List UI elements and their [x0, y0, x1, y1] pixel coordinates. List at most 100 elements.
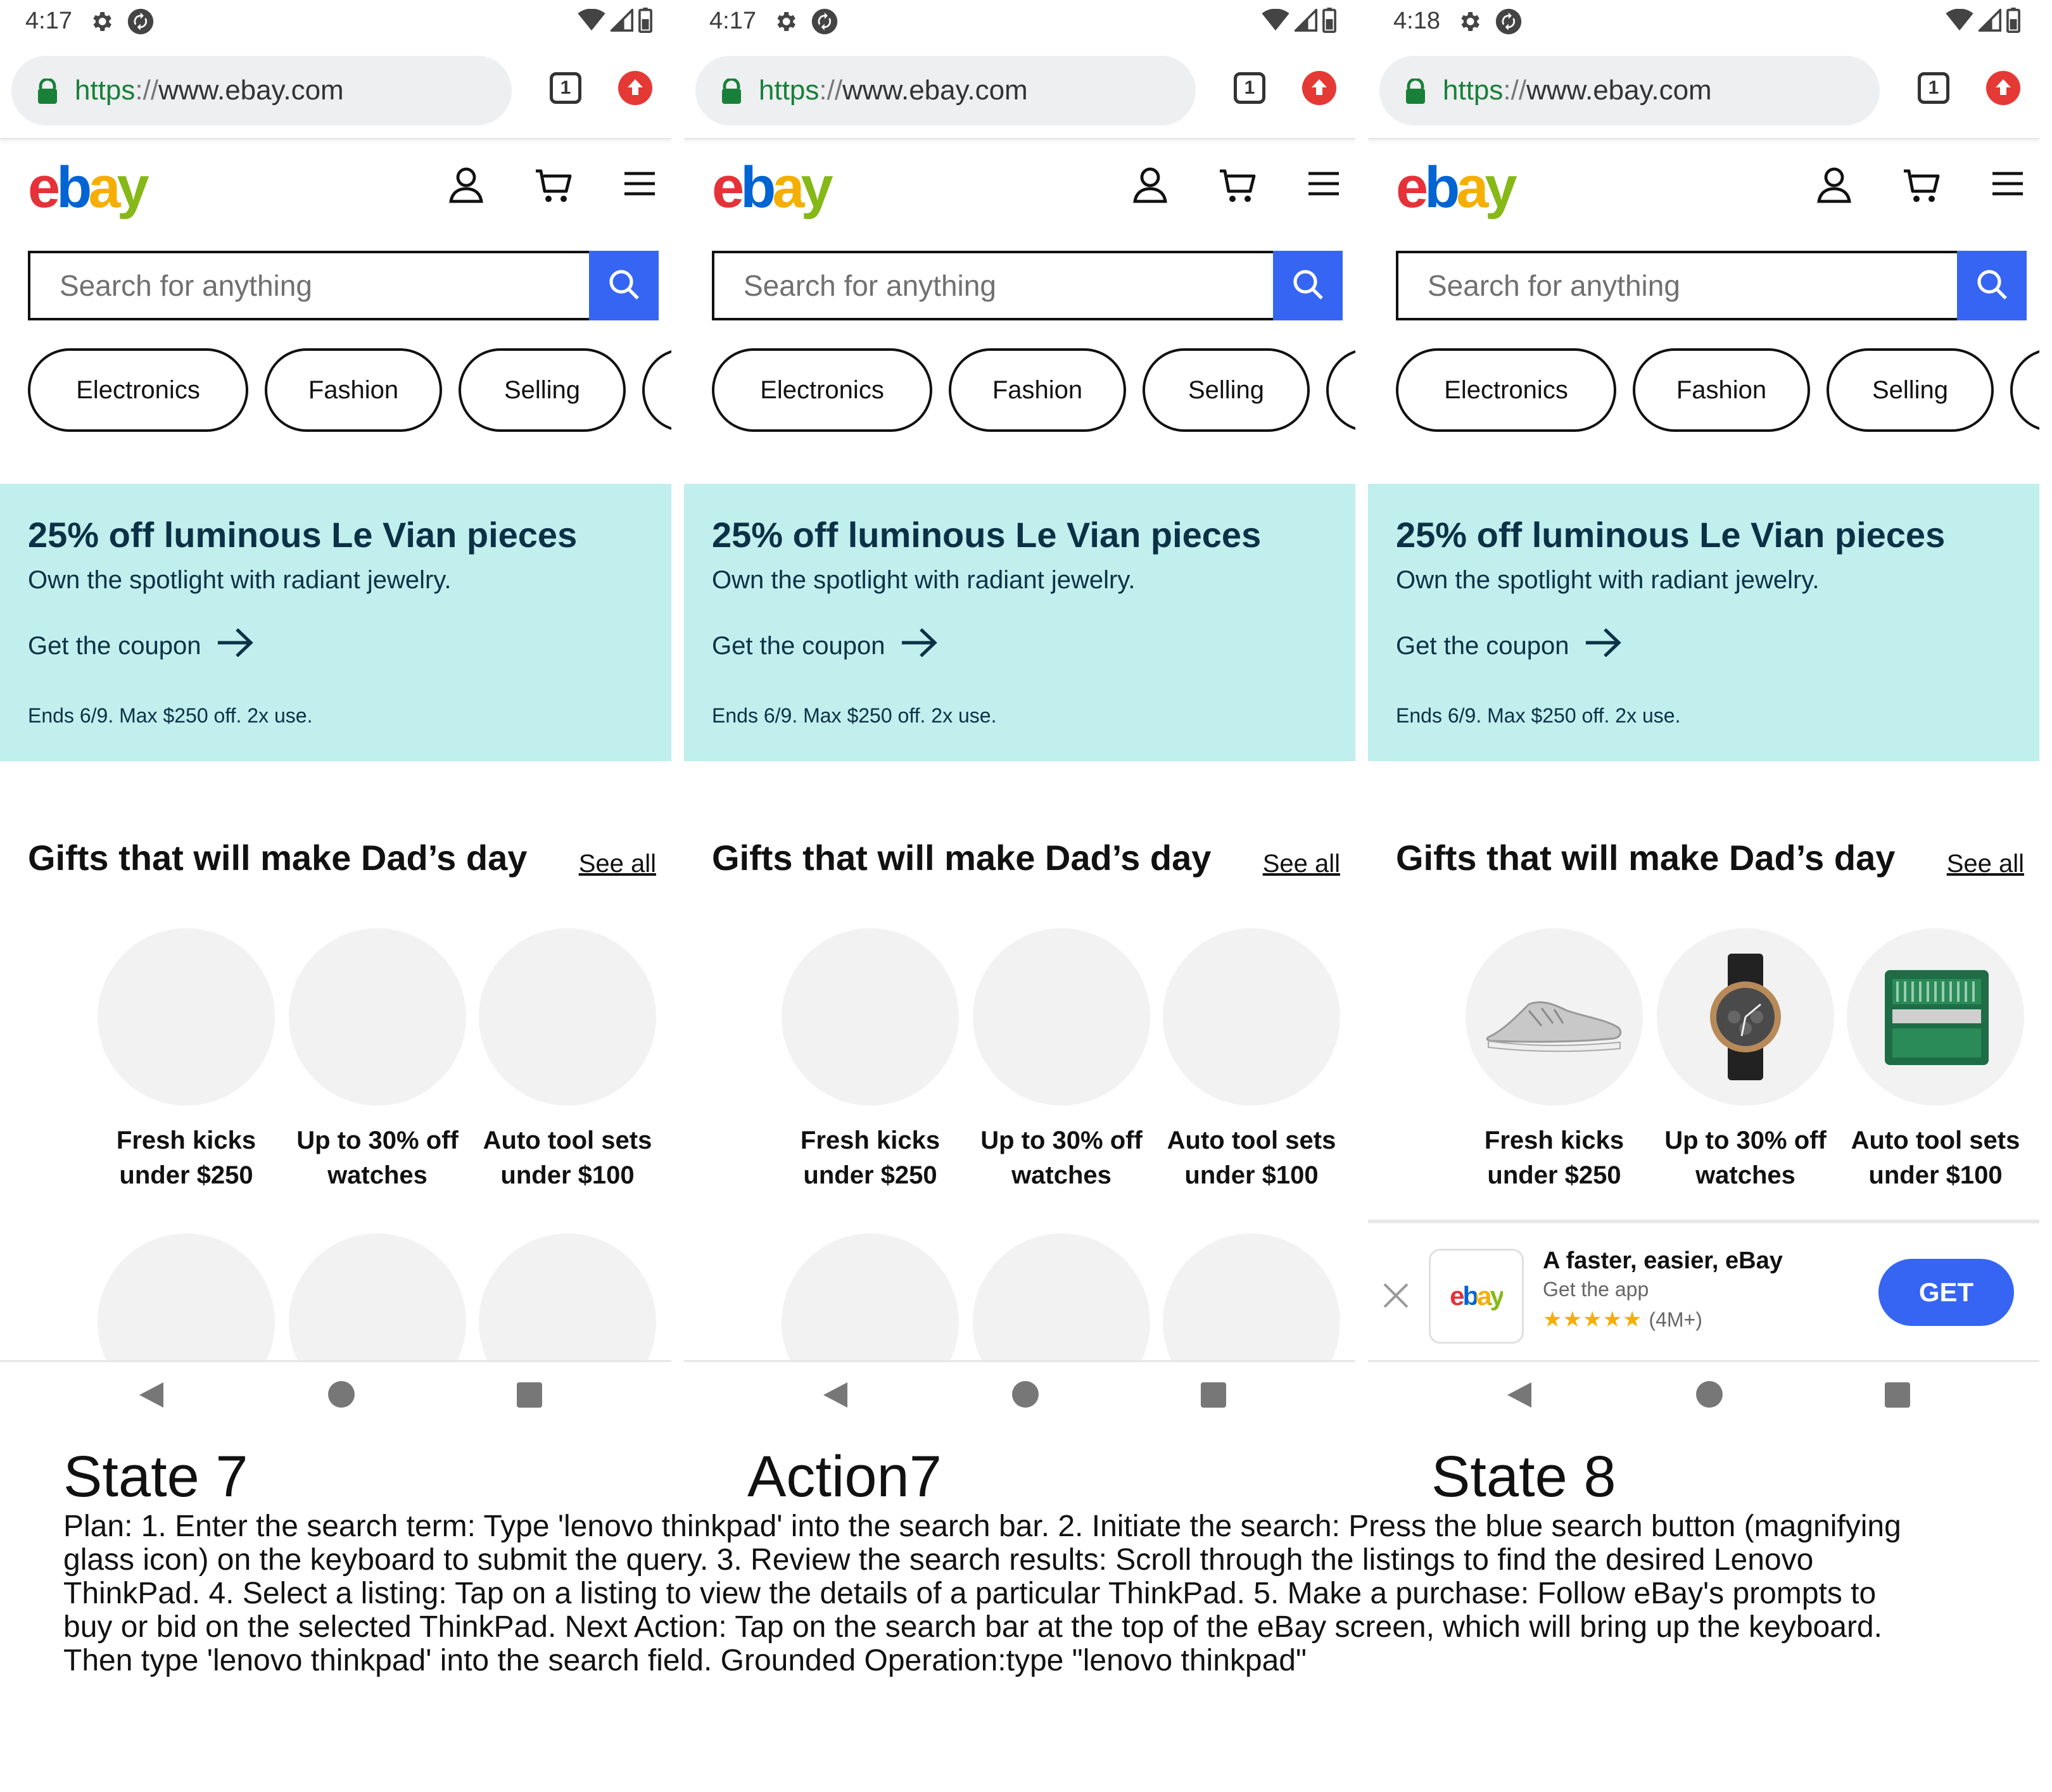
pill-more[interactable] — [2010, 348, 2039, 432]
promo-banner[interactable]: 25% off luminous Le Vian pieces Own the … — [1368, 484, 2039, 761]
promo-banner[interactable]: 25% off luminous Le Vian pieces Own the … — [684, 484, 1355, 761]
search-button[interactable] — [1957, 251, 2027, 320]
wifi-icon — [1946, 8, 1973, 35]
gift-tile-image[interactable] — [479, 928, 656, 1106]
phone-screen-state-7: 4:17 https://www.ebay.com 1 ebay Search … — [0, 0, 671, 1425]
pill-selling[interactable]: Selling — [1143, 348, 1310, 432]
pill-fashion[interactable]: Fashion — [265, 348, 442, 432]
section-title: Gifts that will make Dad’s day — [1396, 838, 1896, 878]
search-button[interactable] — [589, 251, 659, 320]
search-icon — [1291, 268, 1324, 304]
cart-icon[interactable] — [533, 166, 574, 210]
back-icon[interactable] — [822, 1381, 849, 1412]
user-icon[interactable] — [447, 166, 485, 207]
pill-fashion[interactable]: Fashion — [1633, 348, 1810, 432]
search-icon — [607, 268, 640, 304]
gift-caption[interactable]: Up to 30% off watches — [1650, 1123, 1840, 1193]
get-coupon-link[interactable]: Get the coupon — [1396, 627, 1623, 665]
gift-caption[interactable]: Fresh kicks under $250 — [91, 1123, 281, 1193]
gift-caption[interactable]: Auto tool sets under $100 — [472, 1123, 662, 1193]
recents-icon[interactable] — [1885, 1382, 1910, 1408]
pill-selling[interactable]: Selling — [1827, 348, 1994, 432]
pill-more[interactable] — [642, 348, 671, 432]
pill-more[interactable] — [1326, 348, 1355, 432]
pill-electronics[interactable]: Electronics — [28, 348, 248, 432]
promo-title: 25% off luminous Le Vian pieces — [28, 515, 578, 555]
gift-tile-image[interactable] — [1163, 928, 1340, 1106]
ebay-logo[interactable]: ebay — [28, 158, 149, 217]
user-icon[interactable] — [1131, 166, 1169, 207]
ebay-logo[interactable]: ebay — [1396, 158, 1517, 217]
menu-icon[interactable] — [622, 166, 657, 205]
cart-icon[interactable] — [1217, 166, 1258, 210]
gift-caption[interactable]: Auto tool sets under $100 — [1840, 1123, 2030, 1193]
user-icon[interactable] — [1815, 166, 1853, 207]
tab-switcher-icon[interactable]: 1 — [1918, 72, 1949, 104]
recents-icon[interactable] — [1201, 1382, 1226, 1408]
tab-switcher-icon[interactable]: 1 — [550, 72, 581, 104]
android-nav-bar — [684, 1360, 1355, 1425]
status-time: 4:18 — [1393, 8, 1440, 34]
lock-icon — [721, 77, 742, 107]
get-coupon-link[interactable]: Get the coupon — [28, 627, 255, 665]
arrow-right-icon — [217, 627, 255, 665]
address-bar[interactable]: https://www.ebay.com — [11, 56, 512, 125]
arrow-right-icon — [901, 627, 939, 665]
back-icon[interactable] — [1506, 1381, 1533, 1412]
pill-fashion[interactable]: Fashion — [949, 348, 1126, 432]
category-pills: Electronics Fashion Selling — [28, 348, 671, 433]
search-input[interactable] — [714, 253, 1273, 318]
gift-caption[interactable]: Fresh kicks under $250 — [1459, 1123, 1649, 1193]
section-title: Gifts that will make Dad’s day — [28, 838, 528, 878]
recents-icon[interactable] — [517, 1382, 542, 1408]
see-all-link[interactable]: See all — [1947, 850, 2024, 878]
search-input[interactable] — [1398, 253, 1957, 318]
gear-icon — [89, 9, 114, 37]
promo-banner[interactable]: 25% off luminous Le Vian pieces Own the … — [0, 484, 671, 761]
watch-image[interactable] — [1657, 928, 1834, 1106]
gift-tile-image[interactable] — [289, 928, 466, 1106]
address-bar[interactable]: https://www.ebay.com — [695, 56, 1196, 125]
tab-switcher-icon[interactable]: 1 — [1234, 72, 1265, 104]
sync-icon — [811, 8, 839, 39]
browser-toolbar: https://www.ebay.com 1 — [1368, 51, 2039, 139]
update-icon[interactable] — [1302, 71, 1336, 105]
rating-count: (4M+) — [1649, 1308, 1702, 1331]
get-app-button[interactable]: GET — [1878, 1259, 2014, 1326]
gift-caption[interactable]: Up to 30% off watches — [282, 1123, 472, 1193]
gift-caption[interactable]: Fresh kicks under $250 — [775, 1123, 965, 1193]
update-icon[interactable] — [618, 71, 652, 105]
sneaker-image[interactable] — [1466, 928, 1643, 1106]
menu-icon[interactable] — [1306, 166, 1341, 205]
back-icon[interactable] — [138, 1381, 165, 1412]
section-title: Gifts that will make Dad’s day — [712, 838, 1212, 878]
tool-set-image[interactable] — [1847, 928, 2024, 1106]
pill-electronics[interactable]: Electronics — [1396, 348, 1616, 432]
pill-electronics[interactable]: Electronics — [712, 348, 932, 432]
gift-caption[interactable]: Auto tool sets under $100 — [1156, 1123, 1346, 1193]
update-icon[interactable] — [1986, 71, 2020, 105]
menu-icon[interactable] — [1990, 166, 2025, 205]
search-button[interactable] — [1273, 251, 1343, 320]
get-coupon-link[interactable]: Get the coupon — [712, 627, 939, 665]
see-all-link[interactable]: See all — [579, 850, 656, 878]
sync-icon — [127, 8, 155, 39]
gift-caption[interactable]: Up to 30% off watches — [966, 1123, 1156, 1193]
home-icon[interactable] — [1696, 1381, 1723, 1408]
gift-tile-image[interactable] — [973, 928, 1150, 1106]
address-bar[interactable]: https://www.ebay.com — [1379, 56, 1880, 125]
see-all-link[interactable]: See all — [1263, 850, 1340, 878]
ebay-logo[interactable]: ebay — [712, 158, 833, 217]
pill-selling[interactable]: Selling — [459, 348, 626, 432]
status-icons — [1262, 7, 1336, 36]
cart-icon[interactable] — [1901, 166, 1942, 210]
search-input[interactable] — [30, 253, 589, 318]
gift-tile-image[interactable] — [782, 928, 959, 1106]
gift-tile-image[interactable] — [98, 928, 275, 1106]
home-icon[interactable] — [328, 1381, 355, 1408]
home-icon[interactable] — [1012, 1381, 1039, 1408]
status-bar: 4:18 — [1368, 0, 2039, 44]
signal-icon — [1977, 7, 2001, 35]
close-icon[interactable] — [1382, 1282, 1410, 1313]
status-bar: 4:17 — [684, 0, 1355, 44]
